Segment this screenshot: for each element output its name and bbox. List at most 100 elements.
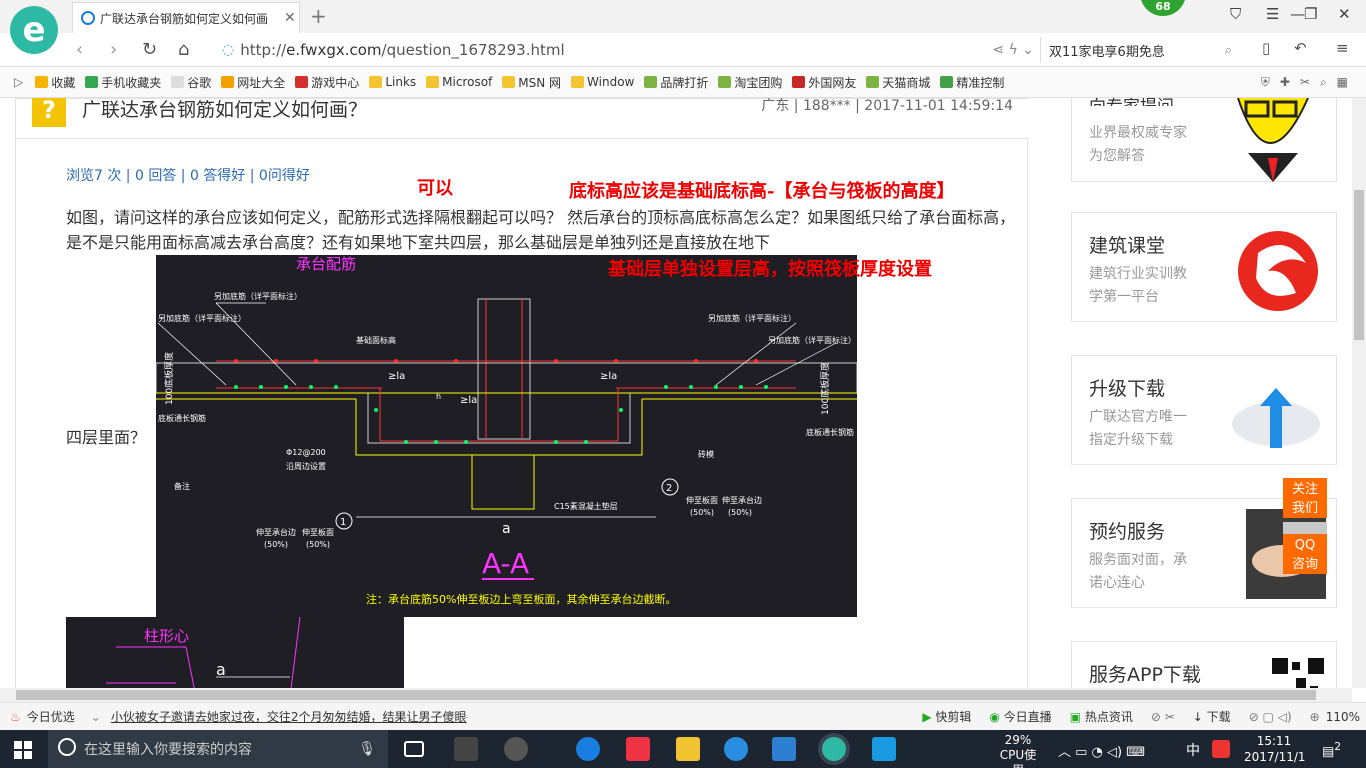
notification-badge[interactable]: 68	[1140, 0, 1186, 16]
notification-center-icon[interactable]: ▤2	[1322, 740, 1341, 759]
home-icon[interactable]: ⌂	[178, 39, 189, 60]
status-today-picks[interactable]: 今日优选	[27, 708, 75, 725]
toolbar-extension-icons[interactable]: ⛨✚✂⌕▦	[1261, 75, 1358, 90]
status-misc-icons[interactable]: ⊘ ▢ ◁)	[1249, 710, 1292, 724]
search-icon[interactable]: ⌕	[1225, 43, 1232, 58]
bookmark-item[interactable]: 天猫商城	[866, 74, 930, 91]
bookmark-icon	[369, 76, 383, 88]
chevron-down-icon[interactable]: ⌄	[91, 710, 101, 724]
share-icon[interactable]: ⋖ ϟ ⌄	[992, 42, 1034, 58]
sogou-icon[interactable]	[1212, 740, 1230, 758]
minimize-icon[interactable]: —	[1290, 5, 1305, 23]
sidebar-toggle-icon[interactable]: ▷	[14, 75, 23, 89]
qq-consult-button[interactable]: QQ咨询	[1283, 534, 1327, 574]
bookmark-item[interactable]: 收藏	[35, 74, 75, 91]
bookmark-item[interactable]: 淘宝团购	[718, 74, 782, 91]
forward-icon[interactable]: ›	[110, 39, 117, 60]
ie-icon[interactable]	[724, 737, 748, 761]
ask-expert-card[interactable]: 向专家提问 业界最权威专家 为您解答	[1071, 98, 1337, 182]
tab-title: 广联达承台钢筋如何定义如何画	[100, 11, 269, 26]
cad-drawing-main[interactable]: 承台配筋 另加底筋（详平面标注） 另加底筋（详平面标注） 基础面标高 另加底筋（…	[156, 255, 857, 617]
bookmark-item[interactable]: 精准控制	[940, 74, 1004, 91]
bookmark-item[interactable]: 网址大全	[221, 74, 285, 91]
bookmark-item[interactable]: 品牌打折	[644, 74, 708, 91]
question-body-continued: 四层里面？	[66, 428, 147, 447]
question-stats[interactable]: 浏览7 次 | 0 回答 | 0 答得好 | 0问得好	[66, 165, 310, 185]
ask-expert-title: 向专家提问	[1089, 98, 1174, 106]
follow-us-button[interactable]: 关注我们	[1283, 478, 1327, 518]
cad-title: 承台配筋	[296, 255, 356, 273]
undo-icon[interactable]: ↶	[1294, 39, 1307, 57]
windows-start-icon[interactable]	[14, 741, 32, 759]
status-news-link[interactable]: 小伙被女子邀请去她家过夜，交往2个月匆匆结婚，结果让男子傻眼	[111, 708, 467, 725]
qr-code-icon	[1270, 656, 1326, 688]
bookmark-icon	[426, 76, 440, 88]
horizontal-scroll-thumb[interactable]	[16, 690, 1316, 700]
annotation-2: 底标高应该是基础底标高-【承台与筏板的高度】	[569, 181, 955, 202]
sidebar-card-app[interactable]: 服务APP下载	[1071, 641, 1337, 688]
menu-icon[interactable]: ☰	[1266, 5, 1279, 23]
file-explorer-icon[interactable]	[676, 737, 700, 761]
cpu-meter[interactable]: 29% CPU使用	[994, 733, 1042, 778]
bookmark-item[interactable]: MSN 网	[502, 74, 561, 91]
bookmark-item[interactable]: Links	[369, 75, 416, 89]
cad-drawing-lower[interactable]: 柱形心 a	[66, 617, 404, 688]
search-field[interactable]: 双11家电享6期免息 ⌕	[1040, 37, 1240, 63]
zoom-icon: ⊕	[1309, 709, 1320, 724]
clock[interactable]: 15:11 2017/11/1	[1244, 733, 1306, 765]
new-tab-button[interactable]: +	[310, 4, 327, 28]
phone-icon[interactable]: ▯	[1262, 39, 1270, 57]
horizontal-scrollbar[interactable]	[0, 688, 1352, 702]
app-icon-2[interactable]	[504, 737, 528, 761]
status-download[interactable]: ↓ 下载	[1193, 708, 1231, 725]
cad-sub2b: (50%)	[306, 540, 330, 549]
microphone-icon[interactable]: 🎙	[358, 741, 376, 757]
sidebar-card-course[interactable]: 建筑课堂 建筑行业实训教 学第一平台	[1071, 212, 1337, 322]
taskbar-search[interactable]: 在这里输入你要搜索的内容 🎙	[48, 730, 388, 768]
close-window-icon[interactable]: ✕	[1338, 5, 1351, 23]
more-icon[interactable]: ≡	[1336, 39, 1349, 57]
app-icon-1[interactable]	[454, 737, 478, 761]
status-kuaijianji[interactable]: ▶ 快剪辑	[922, 708, 971, 725]
cad-section-label: A-A	[482, 547, 529, 580]
url-field[interactable]: ◌ http:// e.fwxgx.com /question_1678293.…	[222, 37, 1034, 63]
bookmark-icon	[35, 76, 49, 88]
ime-indicator[interactable]: 中	[1186, 740, 1200, 760]
refresh-icon[interactable]: ↻	[142, 39, 157, 60]
glodon-icon[interactable]	[772, 737, 796, 761]
status-live[interactable]: ◉ 今日直播	[989, 708, 1051, 725]
status-hot-news[interactable]: ▣ 热点资讯	[1070, 708, 1133, 725]
app-icon-3[interactable]	[872, 737, 896, 761]
cad-la-mid: ≥la	[460, 395, 477, 406]
bookmark-item[interactable]: 谷歌	[171, 74, 211, 91]
tray-icons[interactable]: ︿ ▭ ◔ ◁) ⌨	[1058, 741, 1145, 760]
address-bar: ‹ › ↻ ⌂ ◌ http:// e.fwxgx.com /question_…	[0, 33, 1366, 67]
browser-taskbar-icon[interactable]	[822, 737, 846, 761]
task-view-icon[interactable]	[404, 741, 424, 757]
edge-icon[interactable]	[576, 737, 600, 761]
globe-icon: ◌	[222, 42, 235, 58]
browser-tab[interactable]: 广联达承台钢筋如何定义如何画 ✕	[72, 2, 300, 33]
cad-sub3: 伸至板面	[686, 495, 718, 505]
bookmark-item[interactable]: 游戏中心	[295, 74, 359, 91]
bookmark-label: 外国网友	[808, 75, 857, 90]
gift-icon: ♨	[10, 709, 21, 724]
bookmark-item[interactable]: Window	[571, 75, 634, 89]
bookmark-item[interactable]: 外国网友	[792, 74, 856, 91]
card-desc: 服务面对面，承 诺心连心	[1089, 552, 1187, 591]
vertical-scrollbar[interactable]	[1352, 98, 1366, 688]
zoom-level[interactable]: 110%	[1326, 710, 1360, 724]
shirt-icon[interactable]: ⛉	[1230, 5, 1241, 23]
vertical-scroll-thumb[interactable]	[1354, 190, 1364, 340]
browser-logo[interactable]: e	[10, 6, 58, 54]
bookmark-item[interactable]: Microsof	[426, 75, 492, 89]
ask-expert-desc2: 为您解答	[1089, 148, 1145, 164]
restore-icon[interactable]: ❐	[1304, 5, 1317, 23]
tab-bar: 广联达承台钢筋如何定义如何画 ✕ + 68 ⛉ ☰ — ❐ ✕	[0, 0, 1366, 33]
store-icon[interactable]	[626, 737, 650, 761]
bookmark-item[interactable]: 手机收藏夹	[85, 74, 161, 91]
status-tools-icons[interactable]: ⊘ ✂	[1151, 710, 1175, 724]
back-icon[interactable]: ‹	[76, 39, 83, 60]
sidebar-card-download[interactable]: 升级下载 广联达官方唯一 指定升级下载	[1071, 355, 1337, 465]
tab-close-icon[interactable]: ✕	[284, 10, 296, 26]
